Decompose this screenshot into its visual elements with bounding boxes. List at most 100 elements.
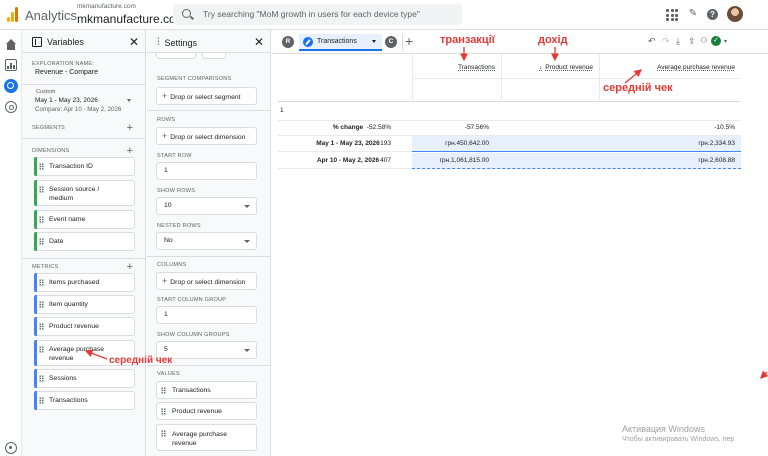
table-row[interactable]: May 1 - May 23, 2026 193 грн.450,642.00 … bbox=[278, 136, 741, 152]
columns-dimension-dropzone[interactable]: + Drop or select dimension bbox=[156, 272, 257, 290]
drag-handle-icon[interactable] bbox=[39, 238, 44, 245]
add-user-icon[interactable]: ⚇ bbox=[700, 36, 707, 45]
dimension-chip[interactable]: Session source / medium bbox=[34, 180, 135, 206]
segment-comparisons-label: SEGMENT COMPARISONS bbox=[157, 76, 232, 82]
property-name[interactable]: mkmanufacture.com bbox=[77, 12, 186, 26]
row-label: Apr 10 - May 2, 2026 bbox=[316, 157, 380, 164]
dimension-chip[interactable]: Transaction ID bbox=[34, 157, 135, 176]
avatar[interactable] bbox=[727, 6, 743, 22]
windows-activation-title: Активация Windows bbox=[622, 424, 705, 434]
apps-grid-icon[interactable] bbox=[665, 8, 679, 22]
explore-icon[interactable] bbox=[4, 79, 18, 93]
show-rows-label: SHOW ROWS bbox=[157, 188, 196, 194]
cell-avg-purchase-revenue: грн.2,334.93 bbox=[698, 140, 735, 147]
table-row[interactable]: Apr 10 - May 2, 2026 407 грн.1,061,815.0… bbox=[278, 153, 741, 169]
visualization-toggle[interactable] bbox=[202, 53, 226, 59]
cell-transactions: 193 bbox=[380, 140, 391, 147]
cell-product-revenue: грн.1,061,815.00 bbox=[439, 157, 489, 164]
sort-desc-icon: ↓ bbox=[539, 64, 543, 71]
add-dimension-button[interactable]: + bbox=[127, 146, 133, 157]
chevron-down-icon bbox=[244, 240, 250, 243]
annotation-avg-check-table: середній чек bbox=[603, 82, 673, 94]
show-rows-select[interactable]: 10 bbox=[156, 197, 257, 215]
home-icon[interactable] bbox=[5, 39, 17, 51]
values-label: VALUES bbox=[157, 371, 180, 377]
value-chip[interactable]: Transactions bbox=[156, 381, 257, 399]
cell-transactions: -52.58% bbox=[366, 124, 391, 131]
drag-handle-icon[interactable] bbox=[161, 386, 166, 394]
row-label: % change bbox=[332, 124, 364, 131]
drag-handle-icon[interactable] bbox=[39, 186, 44, 193]
search-icon bbox=[182, 9, 191, 18]
account-label[interactable]: mkmanufacture.com bbox=[77, 3, 136, 10]
settings-title: ⫶ Settings bbox=[157, 37, 198, 48]
check-status-icon[interactable]: ✓ bbox=[711, 36, 721, 46]
cell-transactions: 407 bbox=[380, 157, 391, 164]
dimension-chip[interactable]: Date bbox=[34, 232, 135, 251]
left-nav-rail bbox=[0, 30, 22, 456]
tab-badge-r[interactable]: R bbox=[282, 36, 294, 48]
table-row[interactable]: % change -52.58% -57.56% -10.5% bbox=[278, 120, 741, 136]
table-row-index: 1 bbox=[278, 103, 741, 121]
add-metric-button[interactable]: + bbox=[127, 262, 133, 273]
value-chip[interactable]: Product revenue bbox=[156, 402, 257, 420]
nested-rows-select[interactable]: No bbox=[156, 232, 257, 250]
drag-handle-icon[interactable] bbox=[39, 279, 44, 286]
metric-chip[interactable]: Items purchased bbox=[34, 273, 135, 292]
settings-panel: ⫶ Settings ✕ SEGMENT COMPARISONS + Drop or… bbox=[147, 30, 271, 456]
drag-handle-icon[interactable] bbox=[161, 430, 166, 437]
metric-chip[interactable]: Sessions bbox=[34, 369, 135, 388]
start-column-group-input[interactable]: 1 bbox=[156, 306, 257, 324]
drag-handle-icon[interactable] bbox=[39, 163, 44, 170]
help-icon[interactable]: ? bbox=[707, 9, 718, 20]
cell-avg-purchase-revenue: -10.5% bbox=[714, 124, 735, 131]
technique-toggle[interactable] bbox=[156, 53, 196, 59]
reports-icon[interactable] bbox=[5, 59, 17, 71]
cell-avg-purchase-revenue: грн.2,608.88 bbox=[698, 157, 735, 164]
add-segment-button[interactable]: + bbox=[127, 123, 133, 134]
tab-badge-c[interactable]: C bbox=[385, 36, 397, 48]
add-tab-button[interactable]: + bbox=[405, 33, 413, 49]
start-row-input[interactable]: 1 bbox=[156, 162, 257, 180]
metric-chip[interactable]: Transactions bbox=[34, 391, 135, 410]
segment-dropzone[interactable]: + Drop or select segment bbox=[156, 87, 257, 105]
analytics-logo-icon[interactable] bbox=[7, 6, 19, 22]
tab-toolbar: R Transactions C + ↶ ↷ ⤓ ⇪ ⚇ ✓ ▾ bbox=[272, 30, 768, 54]
search-bar[interactable]: Try searching "MoM growth in users for e… bbox=[173, 4, 462, 25]
rows-dimension-dropzone[interactable]: + Drop or select dimension bbox=[156, 127, 257, 145]
redo-icon[interactable]: ↷ bbox=[662, 36, 670, 47]
chevron-down-icon bbox=[244, 349, 250, 352]
annotation-avg-check-sidebar: середній чек bbox=[109, 355, 173, 366]
drag-handle-icon[interactable] bbox=[39, 375, 44, 382]
variables-panel: Variables ✕ EXPLORATION NAME: Revenue - … bbox=[22, 30, 146, 456]
drag-handle-icon[interactable] bbox=[39, 346, 44, 353]
drag-handle-icon[interactable] bbox=[39, 397, 44, 404]
app-name: Analytics bbox=[25, 8, 78, 23]
notifications-icon[interactable]: ✎ bbox=[686, 8, 700, 22]
table-header-row: Transactions ↓ Product revenue Average pu… bbox=[278, 54, 741, 102]
advertising-icon[interactable] bbox=[5, 101, 17, 113]
dimension-chip[interactable]: Event name bbox=[34, 210, 135, 229]
annotation-revenue: дохід bbox=[538, 34, 568, 46]
drag-handle-icon[interactable] bbox=[39, 323, 44, 330]
compare-range-text: Compare: Apr 10 - May 2, 2026 bbox=[35, 106, 122, 113]
share-icon[interactable]: ⇪ bbox=[688, 36, 696, 47]
tab-transactions[interactable]: Transactions bbox=[299, 34, 382, 51]
drag-handle-icon[interactable] bbox=[161, 407, 166, 415]
download-icon[interactable]: ⤓ bbox=[676, 36, 680, 47]
metric-chip[interactable]: Item quantity bbox=[34, 295, 135, 314]
top-header: Analytics mkmanufacture.com mkmanufactur… bbox=[0, 0, 768, 30]
metric-chip[interactable]: Product revenue bbox=[34, 317, 135, 336]
date-range-picker[interactable]: Custom May 1 - May 23, 2026 Compare: Apr… bbox=[32, 89, 136, 121]
admin-gear-icon[interactable] bbox=[5, 442, 17, 454]
windows-activation-subtitle: Чтобы активировать Windows, пер bbox=[622, 436, 735, 443]
chevron-down-icon[interactable]: ▾ bbox=[724, 38, 727, 45]
undo-icon[interactable]: ↶ bbox=[648, 36, 656, 47]
drag-handle-icon[interactable] bbox=[39, 301, 44, 308]
drag-handle-icon[interactable] bbox=[39, 216, 44, 223]
close-variables-icon[interactable]: ✕ bbox=[129, 35, 139, 49]
close-settings-icon[interactable]: ✕ bbox=[254, 35, 264, 49]
exploration-name[interactable]: Revenue - Compare bbox=[35, 69, 98, 76]
value-chip[interactable]: Average purchase revenue bbox=[156, 424, 257, 451]
start-row-label: START ROW bbox=[157, 153, 192, 159]
